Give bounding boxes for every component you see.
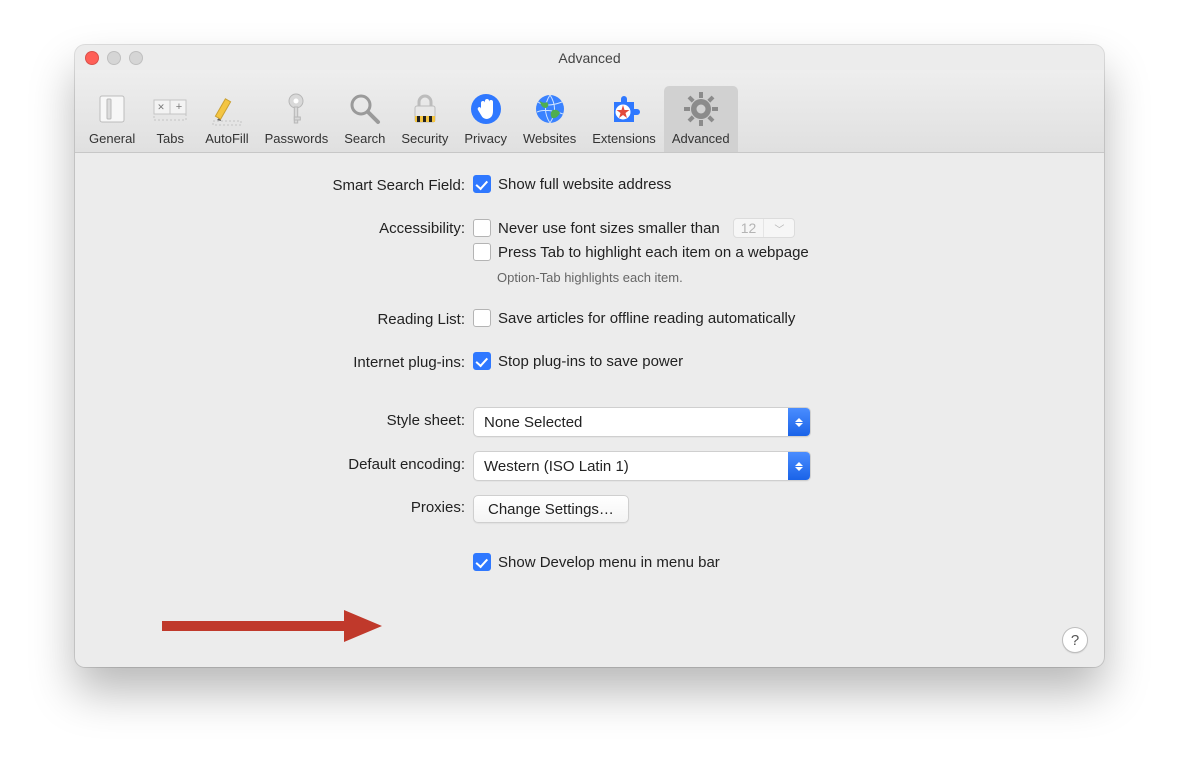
stylesheet-label: Style sheet:	[95, 407, 473, 429]
question-icon: ?	[1071, 632, 1079, 649]
reading-list-label: Reading List:	[95, 309, 473, 328]
smart-search-label: Smart Search Field:	[95, 175, 473, 194]
preferences-window: Advanced General ✕+ Tabs AutoFill	[75, 45, 1104, 667]
tab-general[interactable]: General	[81, 86, 143, 152]
checkbox-icon	[473, 553, 491, 571]
pencil-icon	[208, 90, 246, 128]
tab-extensions[interactable]: Extensions	[584, 86, 664, 152]
checkbox-icon	[473, 352, 491, 370]
magnifier-icon	[346, 90, 384, 128]
switch-icon	[93, 90, 131, 128]
lock-icon	[406, 90, 444, 128]
checkbox-icon	[473, 175, 491, 193]
titlebar: Advanced	[75, 45, 1104, 70]
updown-icon	[788, 452, 810, 480]
window-title: Advanced	[75, 50, 1104, 66]
checkbox-icon	[473, 219, 491, 237]
tab-autofill[interactable]: AutoFill	[197, 86, 256, 152]
gear-icon	[682, 90, 720, 128]
plugins-label: Internet plug-ins:	[95, 352, 473, 371]
updown-icon	[788, 408, 810, 436]
chevron-down-icon: ﹀	[763, 219, 794, 237]
hand-icon	[467, 90, 505, 128]
annotation-arrow-icon	[158, 604, 388, 648]
puzzle-icon	[605, 90, 643, 128]
stop-plugins-checkbox[interactable]: Stop plug-ins to save power	[473, 352, 1084, 370]
help-button[interactable]: ?	[1062, 627, 1088, 653]
encoding-label: Default encoding:	[95, 451, 473, 473]
show-develop-menu-checkbox[interactable]: Show Develop menu in menu bar	[473, 553, 1084, 571]
globe-icon	[531, 90, 569, 128]
encoding-select[interactable]: Western (ISO Latin 1)	[473, 451, 811, 481]
offline-reading-checkbox[interactable]: Save articles for offline reading automa…	[473, 309, 1084, 327]
checkbox-icon	[473, 309, 491, 327]
accessibility-hint: Option-Tab highlights each item.	[497, 270, 1084, 285]
tabs-icon: ✕+	[151, 90, 189, 128]
tab-search[interactable]: Search	[336, 86, 393, 152]
tab-advanced[interactable]: Advanced	[664, 86, 738, 152]
tab-passwords[interactable]: Passwords	[257, 86, 337, 152]
accessibility-label: Accessibility:	[95, 218, 473, 237]
show-full-url-checkbox[interactable]: Show full website address	[473, 175, 1084, 193]
tab-highlight-checkbox[interactable]: Press Tab to highlight each item on a we…	[473, 243, 1084, 261]
tab-security[interactable]: Security	[393, 86, 456, 152]
stylesheet-select[interactable]: None Selected	[473, 407, 811, 437]
svg-text:+: +	[176, 101, 182, 113]
checkbox-icon	[473, 243, 491, 261]
min-font-stepper[interactable]: 12 ﹀	[733, 218, 796, 238]
min-font-checkbox[interactable]: Never use font sizes smaller than 12 ﹀	[473, 218, 1084, 238]
tab-tabs[interactable]: ✕+ Tabs	[143, 86, 197, 152]
tab-websites[interactable]: Websites	[515, 86, 584, 152]
change-settings-button[interactable]: Change Settings…	[473, 495, 629, 523]
advanced-pane: Smart Search Field: Show full website ad…	[75, 153, 1104, 597]
prefs-toolbar: General ✕+ Tabs AutoFill Passwords	[75, 70, 1104, 153]
proxies-label: Proxies:	[95, 495, 473, 516]
key-icon	[277, 90, 315, 128]
svg-text:✕: ✕	[157, 102, 165, 112]
tab-privacy[interactable]: Privacy	[456, 86, 515, 152]
